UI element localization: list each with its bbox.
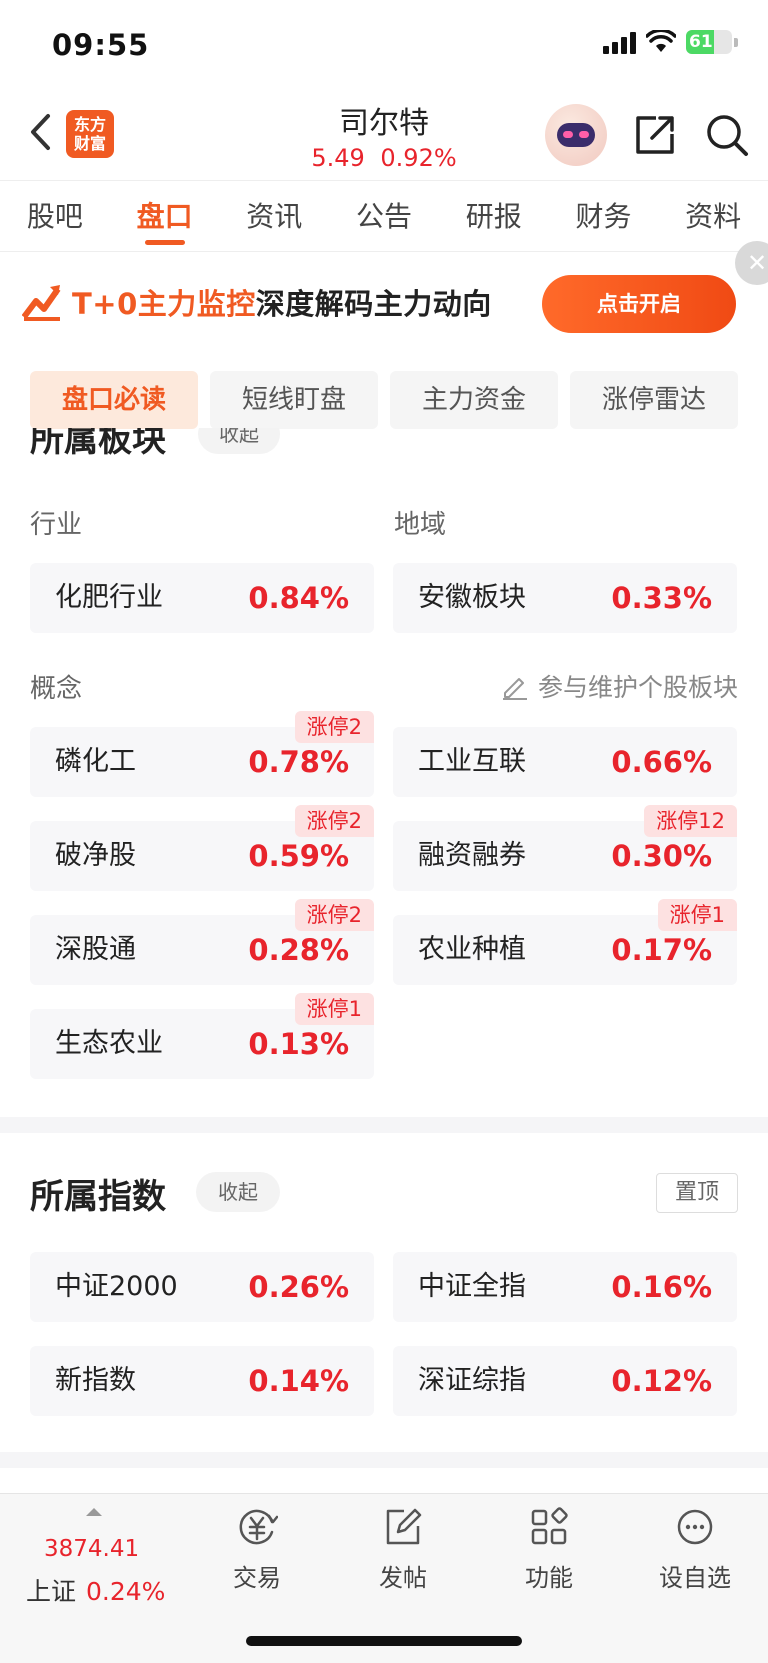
banner-open-button[interactable]: 点击开启 [542, 275, 736, 333]
nav-add-watchlist-label: 设自选 [659, 1564, 731, 1592]
index-collapse-button[interactable]: 收起 [196, 1172, 280, 1212]
concept-name: 深股通 [55, 934, 136, 965]
search-icon[interactable] [704, 112, 750, 158]
section-divider [0, 1452, 768, 1468]
tab-pankou[interactable]: 盘口 [110, 181, 220, 251]
status-indicators: 61 [603, 30, 738, 54]
pankou-subtabs: 盘口必读 短线盯盘 主力资金 涨停雷达 [30, 371, 738, 429]
limit-up-badge: 涨停1 [294, 993, 374, 1025]
market-index-name: 上证 [26, 1577, 77, 1606]
concept-name: 农业种植 [418, 934, 526, 965]
index-section-title: 所属指数 [30, 1177, 166, 1217]
limit-up-badge: 涨停2 [294, 805, 374, 837]
index-name: 深证综指 [418, 1365, 526, 1396]
expand-up-icon[interactable] [86, 1508, 102, 1516]
index-change: 0.12% [611, 1364, 712, 1398]
banner-highlight: T+0主力监控 [72, 287, 256, 321]
banner-text: T+0主力监控深度解码主力动向 [72, 281, 492, 323]
index-card[interactable]: 中证2000 0.26% [30, 1252, 374, 1322]
stock-header: 东方 财富 司尔特 5.49 0.92% [0, 92, 768, 180]
nav-post-label: 发帖 [379, 1564, 427, 1592]
battery-cap [734, 37, 738, 47]
stock-tabs: 股吧 盘口 资讯 公告 研报 财务 资料 [0, 180, 768, 252]
concept-name: 融资融券 [418, 840, 526, 871]
index-name: 中证2000 [55, 1271, 178, 1302]
region-label: 地域 [394, 510, 447, 540]
trend-chart-icon [22, 285, 61, 321]
sector-section-title: 所属板块 [30, 428, 166, 460]
sector-section-header: 所属板块 收起 [30, 428, 430, 462]
stock-price: 5.49 [311, 144, 365, 172]
market-index-change: 0.24% [86, 1577, 166, 1606]
concept-name: 生态农业 [55, 1028, 163, 1059]
concept-name: 工业互联 [418, 746, 526, 777]
limit-up-badge: 涨停1 [657, 899, 737, 931]
battery-icon: 61 [686, 30, 732, 54]
index-name: 新指数 [55, 1365, 136, 1396]
index-change: 0.16% [611, 1270, 712, 1304]
status-time: 09:55 [52, 28, 150, 62]
nav-post[interactable]: 发帖 [348, 1506, 458, 1593]
concept-name: 破净股 [55, 840, 136, 871]
promo-banner[interactable]: T+0主力监控深度解码主力动向 点击开启 ✕ [0, 241, 768, 353]
limit-up-badge: 涨停2 [294, 711, 374, 743]
nav-functions-label: 功能 [525, 1564, 573, 1592]
sector-collapse-button[interactable]: 收起 [198, 428, 280, 454]
banner-desc: 深度解码主力动向 [255, 287, 492, 321]
nav-trade-label: 交易 [233, 1564, 281, 1592]
index-name: 中证全指 [418, 1271, 526, 1302]
industry-card[interactable]: 化肥行业 0.84% [30, 563, 374, 633]
more-icon [677, 1509, 713, 1545]
tab-guba[interactable]: 股吧 [0, 181, 110, 251]
subtab-must-read[interactable]: 盘口必读 [30, 371, 198, 429]
subtab-limit-up-radar[interactable]: 涨停雷达 [570, 371, 738, 429]
battery-level: 61 [689, 32, 713, 52]
maintain-sectors-label: 参与维护个股板块 [537, 673, 738, 702]
tab-news[interactable]: 资讯 [219, 181, 329, 251]
tab-announcements[interactable]: 公告 [329, 181, 439, 251]
wifi-icon [646, 30, 676, 52]
home-indicator [246, 1636, 522, 1646]
cellular-signal-icon [603, 30, 636, 54]
market-index-value: 3874.41 [44, 1536, 140, 1562]
tab-reports[interactable]: 研报 [439, 181, 549, 251]
banner-close-icon[interactable]: ✕ [735, 241, 768, 285]
index-card[interactable]: 新指数 0.14% [30, 1346, 374, 1416]
industry-change: 0.84% [248, 581, 349, 615]
concept-card[interactable]: 工业互联 0.66% [393, 727, 737, 797]
index-card[interactable]: 深证综指 0.12% [393, 1346, 737, 1416]
region-card[interactable]: 安徽板块 0.33% [393, 563, 737, 633]
index-change: 0.14% [248, 1364, 349, 1398]
market-index-label: 上证 0.24% [26, 1572, 165, 1608]
nav-functions[interactable]: 功能 [494, 1506, 604, 1593]
status-bar: 09:55 61 [0, 0, 768, 90]
concept-label: 概念 [30, 674, 83, 704]
concept-change: 0.66% [611, 745, 712, 779]
subtab-main-funds[interactable]: 主力资金 [390, 371, 558, 429]
stock-change: 0.92% [380, 144, 457, 172]
edit-icon [502, 678, 527, 700]
assistant-robot-icon[interactable] [545, 104, 607, 166]
share-icon[interactable] [632, 112, 678, 158]
industry-name: 化肥行业 [55, 582, 163, 613]
tab-finance[interactable]: 财务 [549, 181, 659, 251]
limit-up-badge: 涨停2 [294, 899, 374, 931]
index-change: 0.26% [248, 1270, 349, 1304]
limit-up-badge: 涨停12 [644, 805, 737, 837]
apps-icon [531, 1507, 568, 1545]
index-card[interactable]: 中证全指 0.16% [393, 1252, 737, 1322]
trade-icon [239, 1509, 278, 1545]
region-change: 0.33% [611, 581, 712, 615]
concept-name: 磷化工 [55, 746, 136, 777]
pin-top-button[interactable]: 置顶 [656, 1173, 738, 1213]
subtab-short-watch[interactable]: 短线盯盘 [210, 371, 378, 429]
nav-trade[interactable]: 交易 [202, 1506, 312, 1593]
section-divider [0, 1117, 768, 1133]
industry-label: 行业 [30, 510, 83, 540]
maintain-sectors-link[interactable]: 参与维护个股板块 [500, 668, 738, 704]
post-icon [386, 1508, 422, 1545]
nav-add-watchlist[interactable]: 设自选 [640, 1506, 750, 1593]
region-name: 安徽板块 [418, 582, 526, 613]
